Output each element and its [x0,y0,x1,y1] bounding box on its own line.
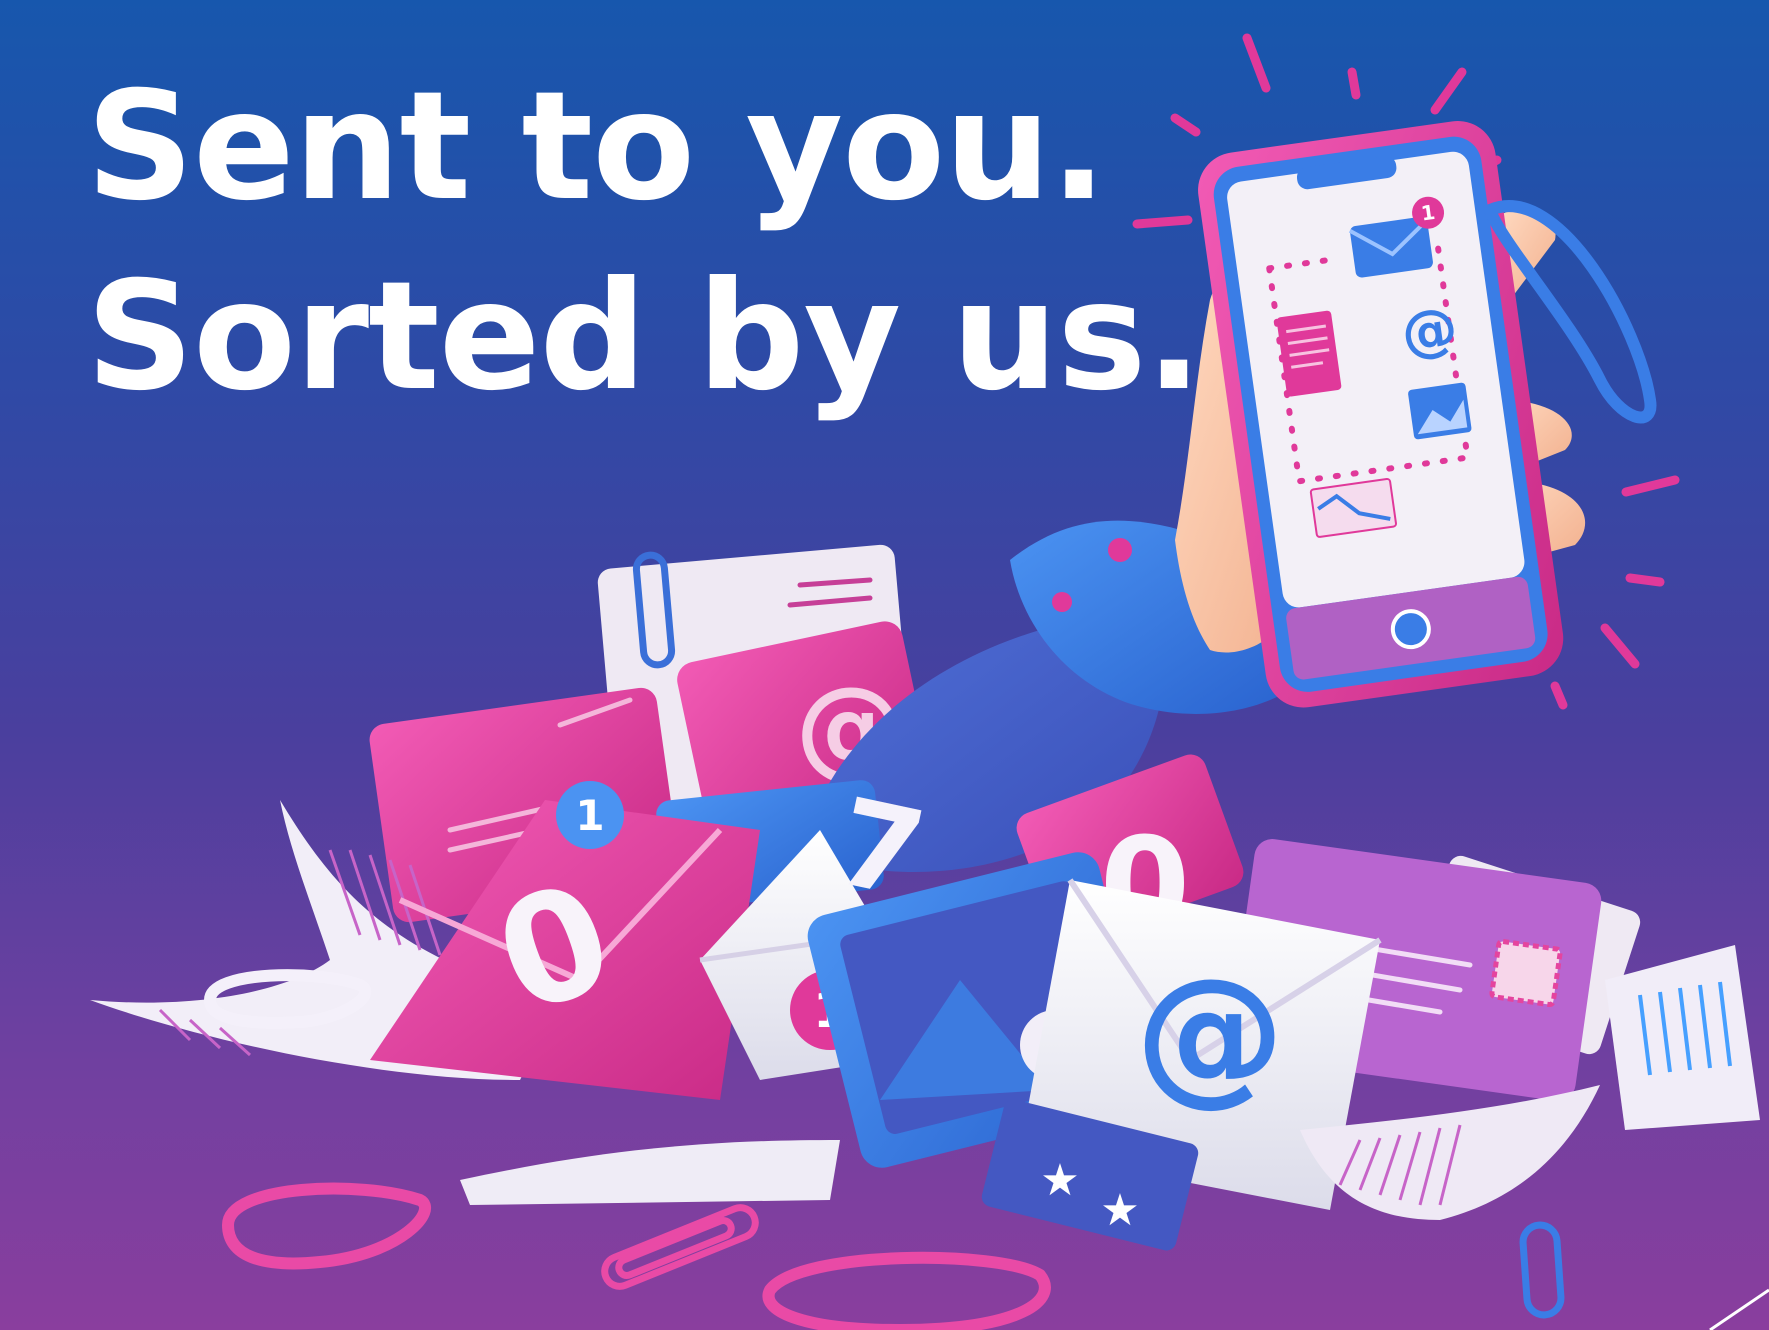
at-sign-icon: @ [1135,947,1285,1121]
at-sign-icon: @ [1397,295,1462,367]
rubber-band-icon [221,1182,1051,1330]
document-icon [1276,310,1342,397]
svg-text:★: ★ [1100,1185,1139,1236]
chart-icon [1309,478,1397,538]
stamp-icon [1489,938,1563,1008]
mail-pile-illustration: @ 1 @ 1 0 7 0 @ ★ ★ [90,33,1769,1330]
hand-with-phone-icon: 1 @ [820,121,1657,872]
image-icon [1408,382,1472,440]
svg-text:★: ★ [1040,1155,1079,1206]
promo-banner: Sent to you. Sorted by us. @ 1 @ 1 0 7 0… [0,0,1769,1330]
svg-text:1: 1 [575,791,604,840]
notification-badge: 1 [556,781,624,849]
